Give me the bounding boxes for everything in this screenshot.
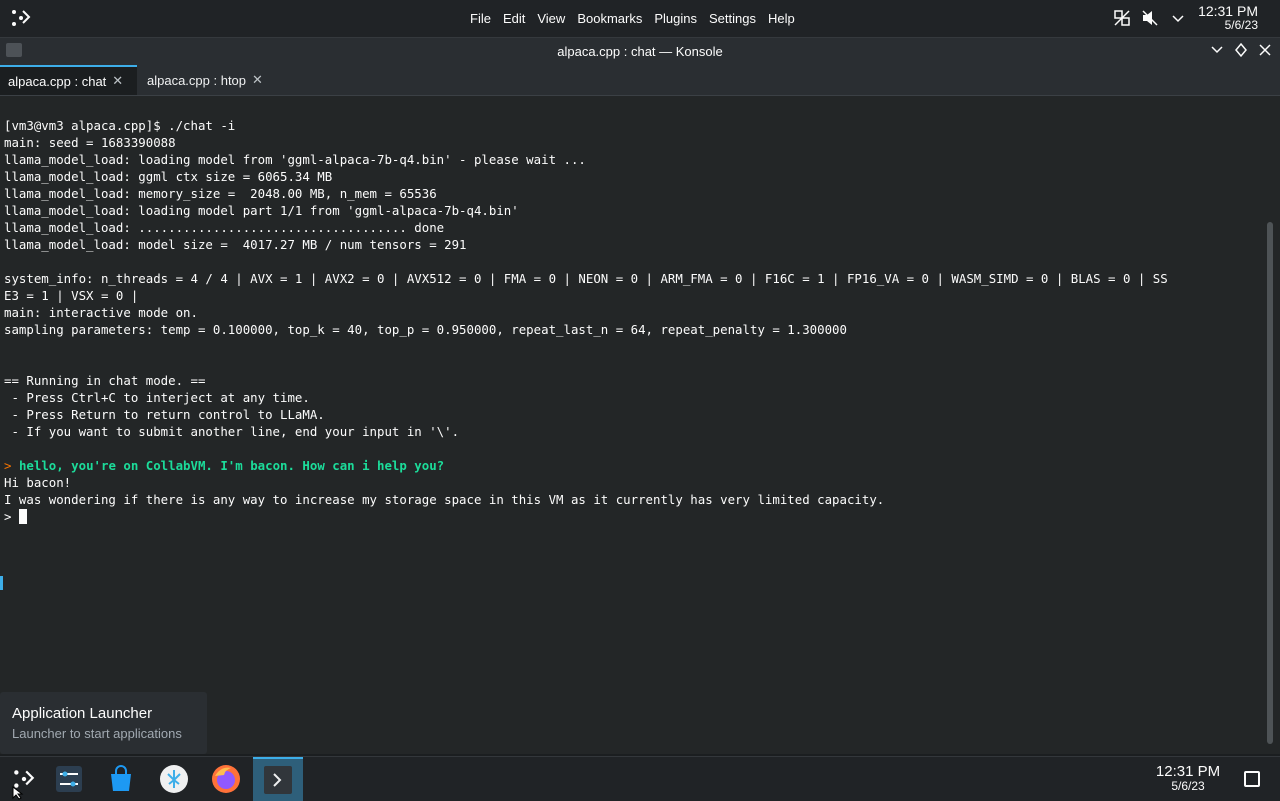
discover-store-icon	[111, 765, 131, 791]
terminal-view[interactable]: [vm3@vm3 alpaca.cpp]$ ./chat -i main: see…	[0, 96, 1262, 754]
tab-htop[interactable]: alpaca.cpp : htop ✕	[139, 65, 274, 95]
clock-date: 5/6/23	[1224, 18, 1258, 32]
maximize-icon[interactable]	[1234, 42, 1248, 58]
terminal-line: == Running in chat mode. ==	[4, 373, 206, 388]
network-icon[interactable]	[1112, 8, 1132, 28]
taskbar-plasma-app[interactable]	[150, 757, 198, 801]
global-menu: File Edit View Bookmarks Plugins Setting…	[464, 0, 801, 37]
taskbar-firefox[interactable]	[202, 757, 250, 801]
menu-plugins[interactable]: Plugins	[648, 11, 703, 26]
terminal-scrollbar[interactable]	[1262, 96, 1280, 754]
terminal-line: - If you want to submit another line, en…	[4, 424, 460, 439]
current-prompt-line[interactable]: >	[4, 508, 1168, 525]
top-panel: File Edit View Bookmarks Plugins Setting…	[0, 0, 1280, 37]
user-input-line: > hello, you're on CollabVM. I'm bacon. …	[4, 457, 1168, 474]
window-titlebar[interactable]: alpaca.cpp : chat — Konsole	[0, 37, 1280, 65]
terminal-line: main: seed = 1683390088	[4, 135, 176, 150]
system-tray	[1112, 8, 1188, 28]
tooltip-subtitle: Launcher to start applications	[12, 726, 182, 741]
menu-help[interactable]: Help	[762, 11, 801, 26]
response-line: Hi bacon!	[4, 475, 72, 490]
terminal-line: llama_model_load: model size = 4017.27 M…	[4, 237, 467, 252]
close-icon[interactable]	[1258, 42, 1272, 58]
terminal-line: - Press Return to return control to LLaM…	[4, 407, 325, 422]
taskbar-clock[interactable]: 12:31 PM 5/6/23	[1150, 763, 1226, 793]
menu-bookmarks[interactable]: Bookmarks	[571, 11, 648, 26]
konsole-icon	[264, 766, 292, 794]
tab-label: alpaca.cpp : chat	[8, 73, 107, 89]
menu-view[interactable]: View	[531, 11, 571, 26]
response-line: I was wondering if there is any way to i…	[4, 492, 885, 507]
current-prompt: >	[4, 509, 12, 524]
terminal-line: main: interactive mode on.	[4, 305, 198, 320]
digital-clock[interactable]: 12:31 PM 5/6/23	[1198, 4, 1258, 32]
mouse-pointer-icon	[12, 786, 24, 800]
menu-file[interactable]: File	[464, 11, 497, 26]
tooltip-title: Application Launcher	[12, 705, 153, 722]
tab-label: alpaca.cpp : htop	[147, 72, 247, 88]
volume-muted-icon[interactable]	[1140, 8, 1160, 28]
terminal-line: llama_model_load: loading model part 1/1…	[4, 203, 519, 218]
launcher-tooltip: Application Launcher Launcher to start a…	[0, 692, 207, 754]
terminal-line: sampling parameters: temp = 0.100000, to…	[4, 322, 847, 337]
terminal-output: [vm3@vm3 alpaca.cpp]$ ./chat -i main: see…	[4, 100, 1168, 559]
tab-bar: alpaca.cpp : chat ✕ alpaca.cpp : htop ✕	[0, 65, 1280, 96]
prompt-symbol: >	[4, 458, 12, 473]
clock-time: 12:31 PM	[1155, 763, 1221, 780]
close-tab-icon[interactable]: ✕	[112, 73, 123, 89]
terminal-line: - Press Ctrl+C to interject at any time.	[4, 390, 310, 405]
taskbar-system-settings[interactable]	[45, 757, 93, 801]
close-tab-icon[interactable]: ✕	[252, 72, 263, 88]
chevron-down-icon[interactable]	[1168, 8, 1188, 28]
menu-edit[interactable]: Edit	[497, 11, 531, 26]
scrollbar-thumb[interactable]	[1267, 222, 1273, 744]
terminal-line: E3 = 1 | VSX = 0 |	[4, 288, 139, 303]
plasma-app-icon	[160, 765, 188, 793]
window-title: alpaca.cpp : chat — Konsole	[557, 44, 723, 59]
tab-chat[interactable]: alpaca.cpp : chat ✕	[0, 65, 137, 95]
terminal-line: llama_model_load: loading model from 'gg…	[4, 152, 586, 167]
terminal-line: llama_model_load: memory_size = 2048.00 …	[4, 186, 437, 201]
terminal-line: [vm3@vm3 alpaca.cpp]$ ./chat -i	[4, 118, 236, 133]
taskbar-discover[interactable]	[97, 757, 145, 801]
taskbar-konsole[interactable]	[253, 757, 303, 801]
text-cursor	[18, 509, 27, 524]
clock-time: 12:31 PM	[1198, 3, 1258, 19]
menu-settings[interactable]: Settings	[703, 11, 762, 26]
taskbar-launcher[interactable]	[0, 757, 48, 801]
terminal-line: llama_model_load: ......................…	[4, 220, 445, 235]
terminal-marker	[0, 576, 3, 590]
window-buttons	[1210, 42, 1272, 58]
user-input-text: hello, you're on CollabVM. I'm bacon. Ho…	[18, 458, 445, 473]
system-settings-icon	[56, 766, 82, 792]
terminal-line: llama_model_load: ggml ctx size = 6065.3…	[4, 169, 333, 184]
firefox-icon	[212, 765, 240, 793]
application-launcher-icon[interactable]	[10, 8, 32, 28]
terminal-line: system_info: n_threads = 4 / 4 | AVX = 1…	[4, 271, 1168, 286]
taskbar: 12:31 PM 5/6/23	[0, 756, 1280, 801]
show-desktop-icon[interactable]	[1244, 771, 1260, 787]
minimize-icon[interactable]	[1210, 42, 1224, 58]
clock-date: 5/6/23	[1171, 779, 1205, 793]
